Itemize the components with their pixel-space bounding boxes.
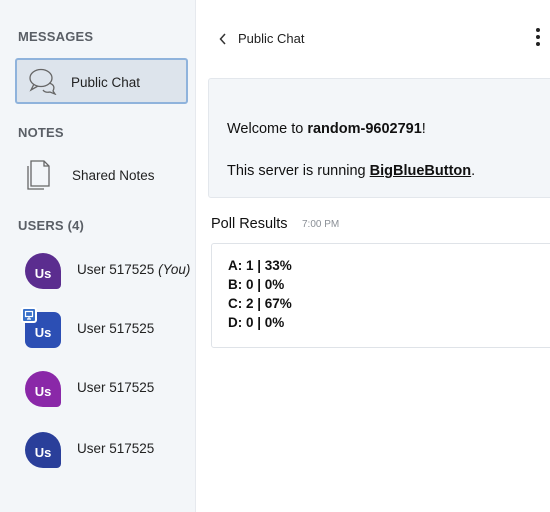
server-info-line: This server is running BigBlueButton.	[227, 163, 476, 179]
chat-bubbles-icon	[29, 68, 57, 95]
poll-timestamp: 7:00 PM	[302, 219, 340, 230]
poll-results-box: A: 1 | 33% B: 0 | 0% C: 2 | 67% D: 0 | 0…	[211, 243, 550, 348]
chevron-left-icon[interactable]	[218, 32, 228, 46]
notes-icon	[27, 160, 50, 190]
public-chat-item[interactable]: Public Chat	[15, 58, 188, 104]
chat-title[interactable]: Public Chat	[238, 31, 304, 46]
more-options-icon[interactable]	[534, 26, 542, 48]
poll-results-title: Poll Results	[211, 216, 288, 232]
poll-result-line: A: 1 | 33%	[228, 258, 292, 273]
server-name: random-9602791	[307, 121, 422, 137]
user-name: User 517525	[77, 321, 155, 336]
shared-notes-item[interactable]: Shared Notes	[15, 154, 188, 198]
user-name: User 517525	[77, 441, 155, 456]
poll-result-line: B: 0 | 0%	[228, 277, 285, 292]
user-name: User 517525	[77, 380, 155, 395]
user-item[interactable]: Us User 517525	[15, 307, 195, 350]
user-item[interactable]: Us User 517525 (You)	[15, 251, 195, 291]
user-item[interactable]: Us User 517525	[15, 430, 195, 470]
avatar: Us	[25, 371, 61, 407]
welcome-message: Welcome to random-9602791! This server i…	[208, 78, 550, 198]
notes-section-title: NOTES	[18, 125, 64, 140]
chat-panel: Public Chat Welcome to random-9602791! T…	[196, 0, 550, 512]
avatar: Us	[25, 253, 61, 289]
presenter-icon	[21, 307, 37, 323]
poll-result-line: C: 2 | 67%	[228, 296, 292, 311]
user-name: User 517525 (You)	[77, 262, 191, 277]
you-indicator: (You)	[158, 262, 191, 277]
poll-result-line: D: 0 | 0%	[228, 315, 285, 330]
user-item[interactable]: Us User 517525	[15, 369, 195, 409]
public-chat-label: Public Chat	[71, 75, 141, 90]
bigbluebutton-link[interactable]: BigBlueButton	[370, 163, 471, 179]
welcome-line: Welcome to random-9602791!	[227, 121, 426, 137]
users-section-title: USERS (4)	[18, 218, 85, 233]
shared-notes-label: Shared Notes	[72, 168, 155, 183]
sidebar: MESSAGES Public Chat NOTES Shared Notes …	[0, 0, 196, 512]
avatar: Us	[25, 432, 61, 468]
messages-section-title: MESSAGES	[18, 29, 94, 44]
